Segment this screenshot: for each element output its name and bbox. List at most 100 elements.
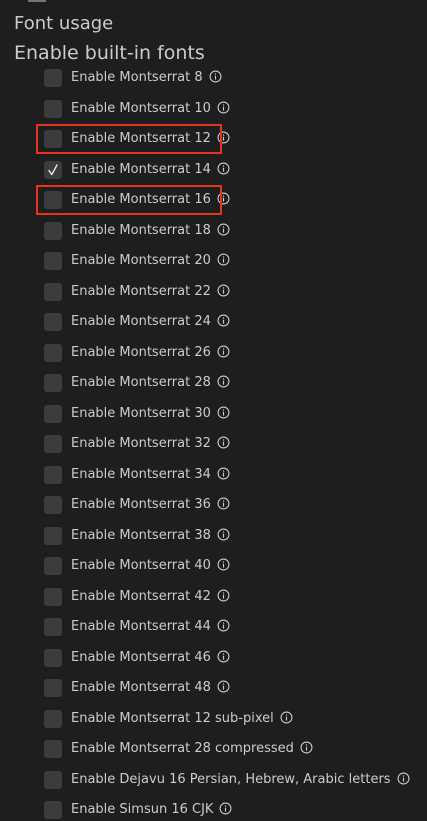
font-option-row[interactable]: Enable Montserrat 44 [0, 612, 427, 643]
info-icon[interactable] [217, 375, 230, 388]
info-icon[interactable] [397, 772, 410, 785]
info-icon[interactable] [217, 314, 230, 327]
font-option-row[interactable]: Enable Montserrat 8 [0, 63, 427, 94]
font-option-text: Enable Montserrat 28 [71, 375, 211, 390]
font-enable-checkbox[interactable] [44, 648, 62, 667]
font-option-row[interactable]: Enable Montserrat 34 [0, 460, 427, 491]
info-icon[interactable] [217, 467, 230, 480]
font-option-text: Enable Montserrat 42 [71, 588, 211, 604]
font-enable-checkbox[interactable] [44, 679, 62, 697]
info-icon[interactable] [217, 528, 230, 541]
font-option-label: Enable Montserrat 32 [71, 436, 230, 452]
scroll-indicator [28, 0, 46, 2]
info-icon[interactable] [217, 101, 230, 114]
font-enable-checkbox[interactable] [44, 191, 62, 209]
font-option-text: Enable Montserrat 12 sub-pixel [71, 710, 274, 726]
font-option-row[interactable]: Enable Montserrat 14 [0, 155, 427, 186]
font-enable-checkbox[interactable] [44, 435, 62, 453]
font-option-row[interactable]: Enable Montserrat 24 [0, 307, 427, 338]
info-icon[interactable] [217, 680, 230, 693]
info-icon[interactable] [217, 162, 230, 175]
font-option-row[interactable]: Enable Montserrat 10 [0, 94, 427, 125]
font-option-row[interactable]: Enable Montserrat 40 [0, 551, 427, 582]
font-option-row[interactable]: Enable Montserrat 28 [0, 368, 427, 399]
info-icon[interactable] [217, 192, 230, 205]
checkmark-icon [48, 163, 58, 175]
info-icon[interactable] [217, 253, 230, 266]
font-enable-checkbox[interactable] [44, 313, 62, 331]
font-option-text: Enable Montserrat 38 [71, 527, 211, 543]
font-option-row[interactable]: Enable Montserrat 18 [0, 216, 427, 247]
info-icon[interactable] [217, 436, 230, 449]
info-icon[interactable] [217, 284, 230, 297]
font-option-row[interactable]: Enable Montserrat 30 [0, 399, 427, 430]
font-option-label: Enable Montserrat 22 [71, 284, 230, 300]
info-icon[interactable] [217, 223, 230, 236]
font-option-label: Enable Montserrat 10 [71, 101, 230, 117]
font-option-label: Enable Montserrat 38 [71, 528, 230, 544]
font-enable-checkbox[interactable] [44, 130, 62, 148]
font-option-text: Enable Montserrat 48 [71, 680, 211, 695]
font-enable-checkbox[interactable] [44, 404, 62, 423]
info-icon[interactable] [217, 345, 230, 358]
font-enable-checkbox[interactable] [44, 587, 62, 606]
font-option-row[interactable]: Enable Montserrat 48 [0, 673, 427, 704]
info-icon[interactable] [217, 497, 230, 510]
font-enable-checkbox[interactable] [44, 496, 62, 514]
info-icon[interactable] [217, 650, 230, 663]
font-enable-checkbox[interactable] [44, 709, 62, 728]
info-icon[interactable] [217, 406, 230, 419]
font-option-label: Enable Montserrat 26 [71, 345, 230, 361]
font-option-text: Enable Montserrat 34 [71, 466, 211, 482]
font-option-row[interactable]: Enable Montserrat 26 [0, 338, 427, 369]
info-icon[interactable] [300, 741, 313, 754]
font-option-text: Enable Montserrat 32 [71, 436, 211, 451]
font-option-row[interactable]: Enable Montserrat 38 [0, 521, 427, 552]
font-option-text: Enable Montserrat 46 [71, 649, 211, 665]
font-option-row[interactable]: Enable Montserrat 20 [0, 246, 427, 277]
font-enable-checkbox[interactable] [44, 374, 62, 392]
font-enable-checkbox[interactable] [44, 343, 62, 362]
font-enable-checkbox[interactable] [44, 557, 62, 575]
info-icon[interactable] [280, 711, 293, 724]
font-option-label: Enable Montserrat 18 [71, 223, 230, 239]
font-enable-checkbox[interactable] [44, 770, 62, 789]
info-icon[interactable] [217, 589, 230, 602]
font-option-row[interactable]: Enable Montserrat 16 [0, 185, 427, 216]
font-option-label: Enable Montserrat 12 sub-pixel [71, 711, 293, 727]
font-enable-checkbox[interactable] [44, 465, 62, 484]
info-icon[interactable] [217, 131, 230, 144]
font-option-row[interactable]: Enable Montserrat 46 [0, 643, 427, 674]
font-option-row[interactable]: Enable Montserrat 12 [0, 124, 427, 155]
info-icon[interactable] [209, 70, 222, 83]
font-enable-checkbox[interactable] [44, 69, 62, 87]
section-heading-builtin-fonts: Enable built-in fonts [14, 42, 205, 64]
font-option-row[interactable]: Enable Montserrat 28 compressed [0, 734, 427, 765]
font-option-label: Enable Dejavu 16 Persian, Hebrew, Arabic… [71, 772, 410, 788]
font-option-label: Enable Montserrat 8 [71, 70, 222, 86]
font-enable-checkbox[interactable] [44, 801, 62, 819]
info-icon[interactable] [217, 558, 230, 571]
font-option-row[interactable]: Enable Montserrat 36 [0, 490, 427, 521]
font-enable-checkbox[interactable] [44, 526, 62, 545]
font-enable-checkbox[interactable] [44, 740, 62, 758]
font-option-text: Enable Montserrat 20 [71, 253, 211, 268]
font-option-row[interactable]: Enable Montserrat 42 [0, 582, 427, 613]
font-enable-checkbox[interactable] [44, 99, 62, 118]
font-option-row[interactable]: Enable Montserrat 32 [0, 429, 427, 460]
font-option-label: Enable Montserrat 30 [71, 406, 230, 422]
font-enable-checkbox[interactable] [44, 160, 62, 179]
info-icon[interactable] [219, 802, 232, 815]
font-option-text: Enable Montserrat 22 [71, 283, 211, 299]
font-option-text: Enable Montserrat 18 [71, 222, 211, 238]
font-enable-checkbox[interactable] [44, 618, 62, 636]
info-icon[interactable] [217, 619, 230, 632]
font-option-text: Enable Montserrat 16 [71, 192, 211, 207]
font-option-row[interactable]: Enable Montserrat 12 sub-pixel [0, 704, 427, 735]
font-option-row[interactable]: Enable Montserrat 22 [0, 277, 427, 308]
font-option-row[interactable]: Enable Simsun 16 CJK [0, 795, 427, 821]
font-enable-checkbox[interactable] [44, 252, 62, 270]
font-enable-checkbox[interactable] [44, 221, 62, 240]
font-enable-checkbox[interactable] [44, 282, 62, 301]
font-option-row[interactable]: Enable Dejavu 16 Persian, Hebrew, Arabic… [0, 765, 427, 796]
